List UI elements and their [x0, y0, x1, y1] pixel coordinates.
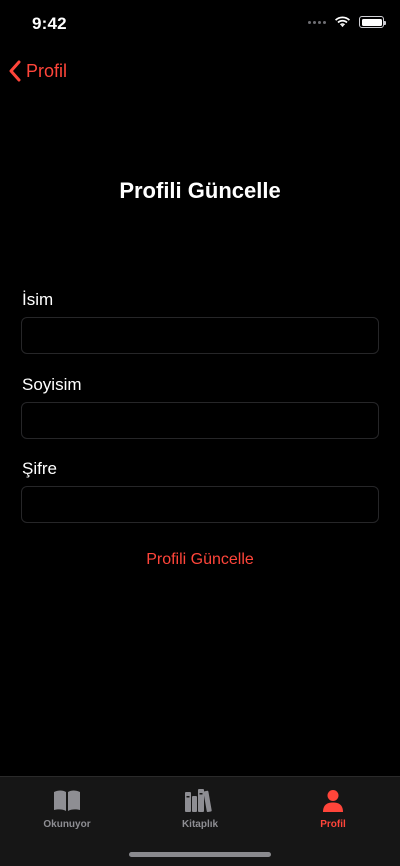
battery-icon [359, 16, 386, 28]
back-button[interactable]: Profil [8, 56, 67, 86]
open-book-icon [54, 790, 80, 811]
tab-library[interactable]: Kitaplık [133, 785, 267, 835]
tab-reading-label: Okunuyor [43, 819, 91, 830]
update-profile-button[interactable]: Profili Güncelle [0, 548, 400, 572]
first-name-label: İsim [22, 290, 54, 309]
status-icons [308, 16, 386, 28]
tab-profile[interactable]: Profil [266, 785, 400, 835]
last-name-field[interactable] [21, 402, 379, 439]
status-time: 9:42 [32, 14, 67, 33]
tab-library-label: Kitaplık [181, 819, 219, 830]
tab-reading[interactable]: Okunuyor [0, 785, 134, 835]
home-indicator [129, 852, 271, 857]
wifi-icon [335, 16, 350, 27]
last-name-label: Soyisim [22, 375, 82, 394]
first-name-field[interactable] [21, 317, 379, 354]
back-button-label: Profil [26, 60, 68, 81]
update-profile-screen: 9:42 Profil Profili Güncelle İsim Soyisi… [0, 0, 400, 866]
password-label: Şifre [22, 459, 57, 478]
page-title: Profili Güncelle [119, 178, 281, 203]
person-icon [323, 790, 343, 812]
status-bar: 9:42 [0, 0, 400, 48]
tab-profile-label: Profil [320, 819, 346, 830]
books-icon [185, 789, 212, 813]
chevron-left-icon [9, 60, 21, 82]
password-field[interactable] [21, 486, 379, 523]
signal-dots-icon [308, 20, 326, 24]
tab-bar: Okunuyor Kitaplık Profil [0, 776, 400, 866]
